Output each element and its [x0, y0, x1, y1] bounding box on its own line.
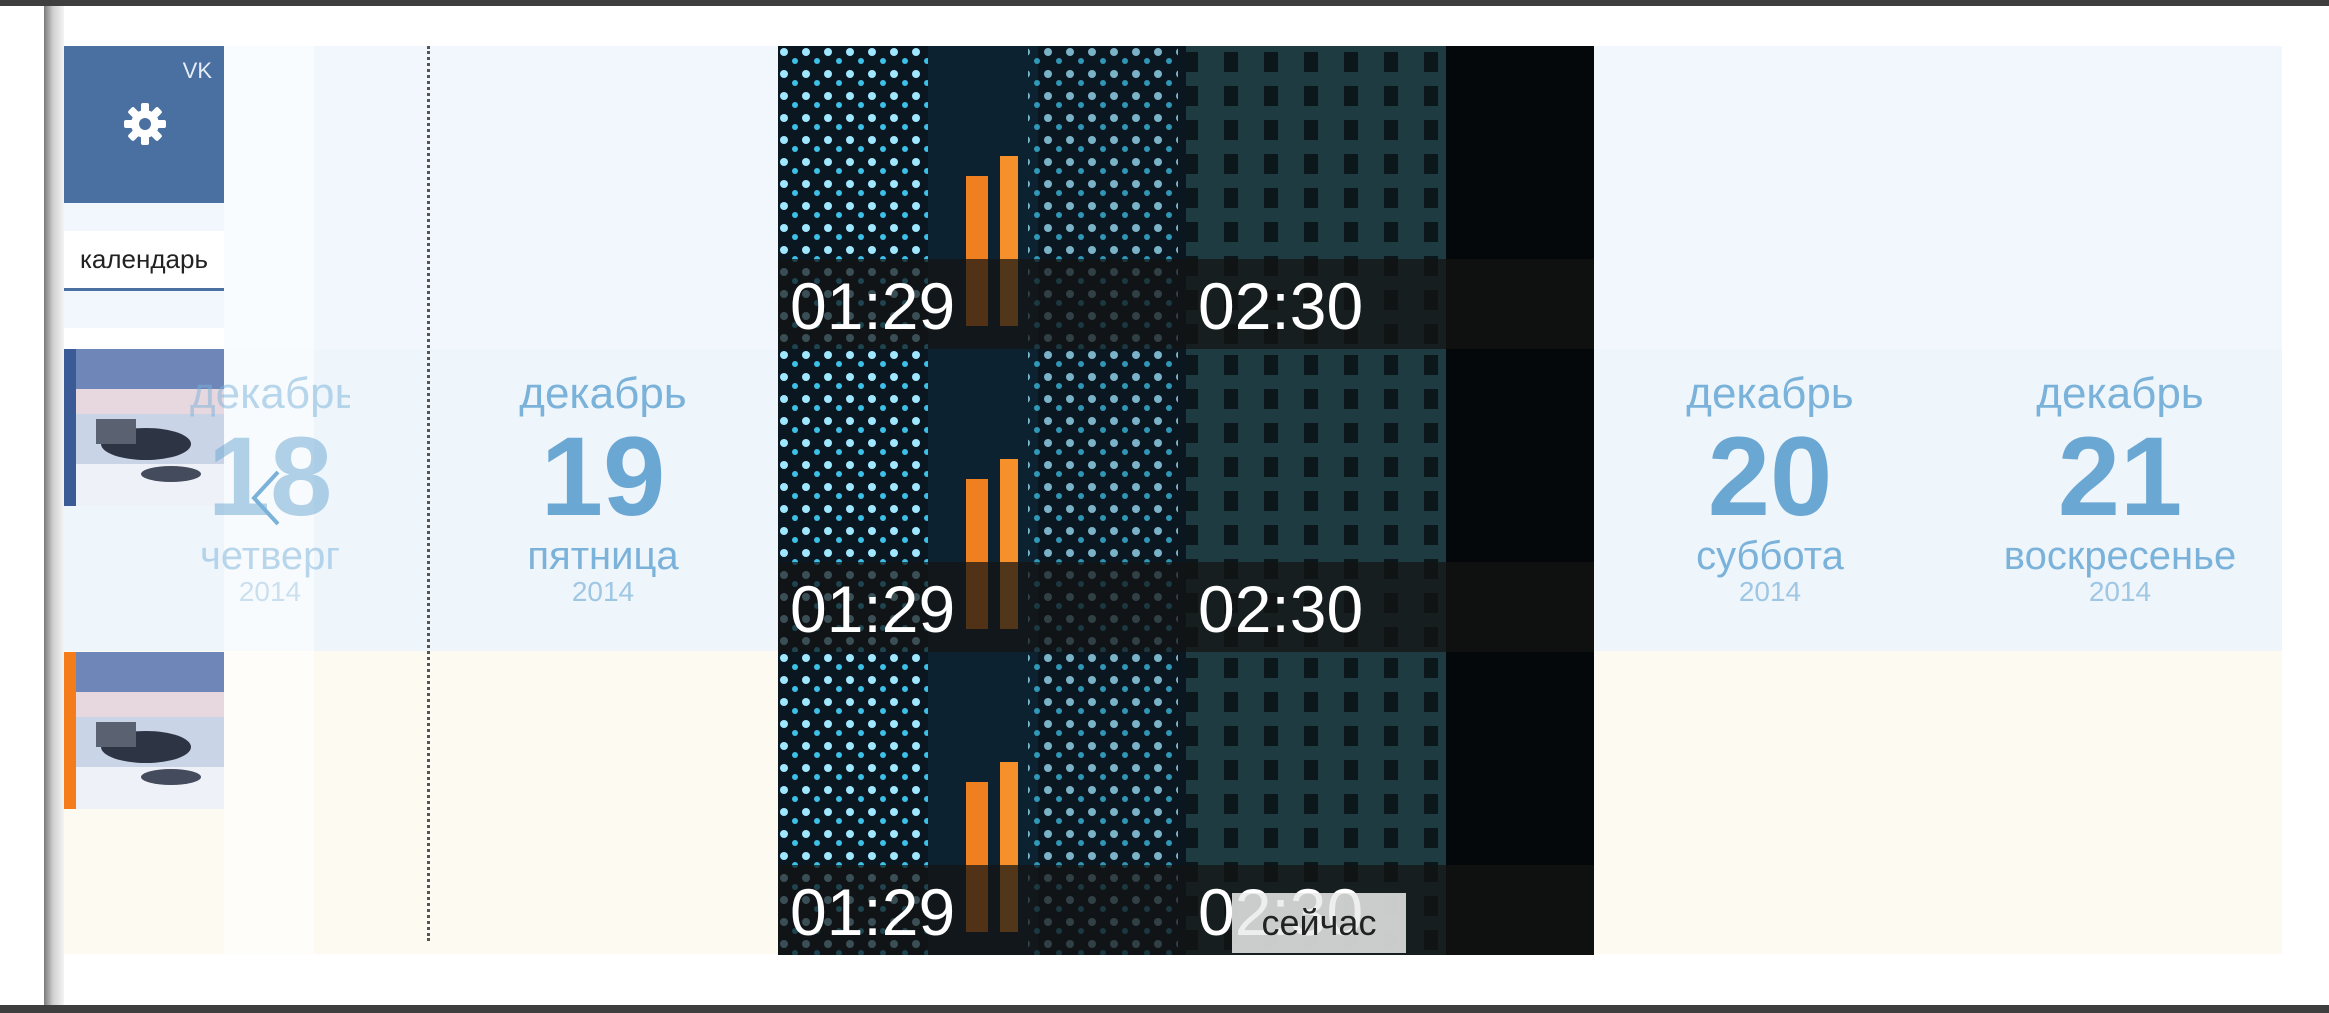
event-tile-2[interactable]: 01:29 02:30	[778, 349, 1594, 652]
day-number: 21	[2057, 414, 2183, 539]
month-label: декабрь	[1686, 369, 1854, 418]
weekday-label: пятница	[527, 534, 679, 578]
month-label: декабрь	[190, 370, 350, 418]
event-thumbnail-2[interactable]	[64, 652, 224, 809]
month-label: декабрь	[2036, 369, 2204, 418]
day-column-20[interactable]: декабрь 20 суббота 2014	[1650, 370, 1890, 608]
day-number: 20	[1707, 414, 1833, 539]
brand-label: VK	[182, 58, 212, 83]
day-column-19[interactable]: декабрь 19 пятница 2014	[480, 370, 726, 608]
year-label: 2014	[238, 576, 302, 607]
time-divider	[427, 46, 430, 941]
start-time: 01:29	[790, 875, 956, 949]
end-time: 02:30	[1198, 269, 1364, 343]
start-time: 01:29	[790, 572, 956, 646]
calendar-menu-item[interactable]: календарь	[64, 231, 224, 291]
year-label: 2014	[571, 576, 635, 607]
event-tile-3[interactable]: 01:29 02:30	[778, 652, 1594, 955]
weekday-label: воскресенье	[2003, 534, 2237, 578]
event-overlay[interactable]: 01:29 02:30 01:29 02:30 01:29	[778, 46, 1594, 955]
now-button[interactable]: сейчас	[1232, 893, 1406, 953]
winter-photo	[76, 652, 224, 809]
window-top-border	[0, 0, 2329, 6]
year-label: 2014	[1738, 576, 1802, 607]
day-number: 19	[540, 414, 666, 539]
settings-button[interactable]: VK	[64, 46, 224, 203]
end-time: 02:30	[1198, 572, 1364, 646]
chevron-left-icon[interactable]	[248, 468, 284, 528]
weekday-label: суббота	[1696, 534, 1844, 578]
month-label: декабрь	[519, 369, 687, 418]
start-time: 01:29	[790, 269, 956, 343]
window-left-edge	[44, 6, 64, 1005]
gear-icon	[124, 103, 166, 145]
year-label: 2014	[2088, 576, 2152, 607]
weekday-label: четверг	[200, 534, 340, 578]
window-bottom-border	[0, 1005, 2329, 1013]
event-tile-1[interactable]: 01:29 02:30	[778, 46, 1594, 349]
day-column-21[interactable]: декабрь 21 воскресенье 2014	[1990, 370, 2250, 608]
